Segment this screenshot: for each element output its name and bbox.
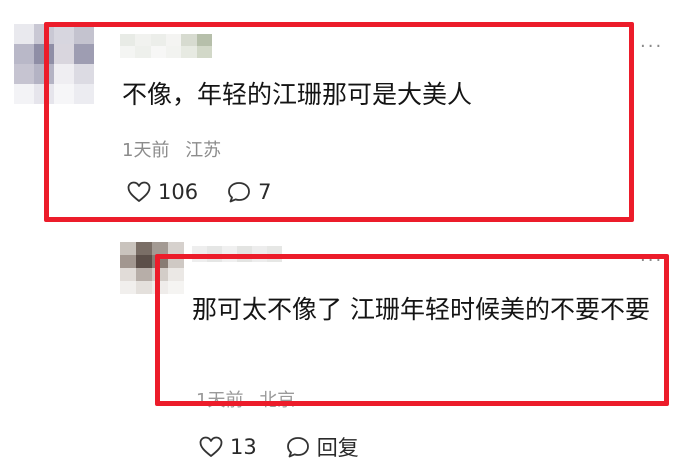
- reply-button[interactable]: 回复: [285, 432, 359, 462]
- reply-label: 回复: [316, 436, 359, 460]
- heart-icon: [199, 436, 223, 457]
- reply-like-button[interactable]: 13: [198, 435, 257, 459]
- reply-like-count: 13: [230, 435, 257, 459]
- comment-thread: ··· 不像，年轻的江珊那可是大美人 1天前 江苏 106 7 ··· 那可太不…: [0, 0, 690, 476]
- speech-bubble-icon: [286, 437, 309, 458]
- highlight-box-comment: [44, 22, 634, 222]
- reply-actions: 13 回复: [198, 432, 387, 462]
- more-options-icon[interactable]: ···: [640, 36, 663, 57]
- highlight-box-reply: [155, 254, 669, 406]
